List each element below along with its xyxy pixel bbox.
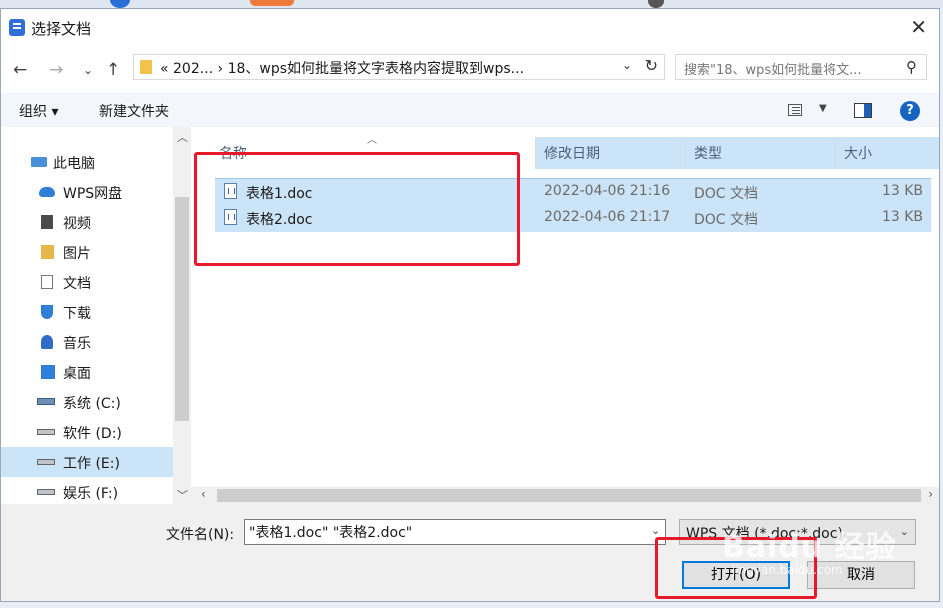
scroll-thumb[interactable] xyxy=(175,197,189,421)
document-app-icon xyxy=(9,19,25,36)
nav-item-music[interactable]: 音乐 xyxy=(1,327,173,357)
nav-item-drive-e[interactable]: 工作 (E:) xyxy=(1,447,173,477)
navigation-scrollbar[interactable]: ︿ ﹀ xyxy=(173,127,191,504)
sort-ascending-icon: ︿ xyxy=(367,135,377,146)
drive-icon xyxy=(37,489,55,495)
organize-menu[interactable]: 组织 ▾ xyxy=(19,101,58,121)
title-bar: 选择文档 ✕ xyxy=(1,9,939,47)
file-modified: 2022-04-06 21:16 xyxy=(544,183,671,199)
music-folder-icon xyxy=(41,335,53,349)
file-size: 13 KB xyxy=(881,209,923,225)
system-drive-icon xyxy=(37,398,55,405)
folder-icon xyxy=(140,60,152,74)
computer-icon xyxy=(31,157,47,167)
navigation-pane: 此电脑 WPS网盘 视频 图片 文档 下载 音乐 桌面 系统 (C:) 软件 (… xyxy=(1,127,173,504)
nav-item-label: 工作 (E:) xyxy=(63,456,120,472)
address-row: ← → ⌄ ↑ « 202... › 18、wps如何批量将文字表格内容提取到w… xyxy=(1,47,939,93)
nav-item-label: 视频 xyxy=(63,216,91,232)
drive-icon xyxy=(37,459,55,465)
column-header-modified[interactable]: 修改日期 xyxy=(544,143,600,163)
back-arrow-icon[interactable]: ← xyxy=(13,60,27,80)
help-icon[interactable]: ? xyxy=(900,101,920,121)
nav-item-label: 图片 xyxy=(63,246,91,262)
close-icon[interactable]: ✕ xyxy=(910,15,927,39)
nav-item-label: 音乐 xyxy=(63,336,91,352)
nav-item-documents[interactable]: 文档 xyxy=(1,267,173,297)
nav-item-drive-d[interactable]: 软件 (D:) xyxy=(1,417,173,447)
file-modified: 2022-04-06 21:17 xyxy=(544,209,671,225)
scroll-down-chevron-icon[interactable]: ﹀ xyxy=(177,487,188,503)
scroll-right-chevron-icon[interactable]: › xyxy=(928,487,933,501)
command-bar: 组织 ▾ 新建文件夹 ▼ ? xyxy=(1,93,939,127)
baidu-watermark-url: jingyan.baidu.com xyxy=(732,563,843,577)
file-size: 13 KB xyxy=(881,183,923,199)
forward-arrow-icon[interactable]: → xyxy=(49,60,63,80)
nav-item-label: 下载 xyxy=(63,306,91,322)
recent-locations-chevron-icon[interactable]: ⌄ xyxy=(83,63,93,77)
nav-item-drive-c[interactable]: 系统 (C:) xyxy=(1,387,173,417)
up-arrow-icon[interactable]: ↑ xyxy=(106,60,120,80)
refresh-icon[interactable]: ↻ xyxy=(645,56,658,75)
nav-item-label: 系统 (C:) xyxy=(63,396,121,412)
column-divider[interactable] xyxy=(835,137,836,169)
view-options-chevron-icon[interactable]: ▼ xyxy=(819,103,827,114)
baidu-watermark: Baidu 经验 xyxy=(722,530,897,565)
cloud-icon xyxy=(39,187,55,197)
address-bar[interactable]: « 202... › 18、wps如何批量将文字表格内容提取到wps... ⌄ … xyxy=(133,54,665,80)
column-divider[interactable] xyxy=(685,137,686,169)
nav-item-label: 桌面 xyxy=(63,366,91,382)
nav-item-label: 娱乐 (F:) xyxy=(63,486,119,502)
preview-pane-icon[interactable] xyxy=(854,103,872,118)
downloads-folder-icon xyxy=(41,305,53,319)
files-highlight-box xyxy=(194,152,520,266)
new-folder-button[interactable]: 新建文件夹 xyxy=(99,101,169,121)
search-placeholder: 搜索"18、wps如何批量将文... xyxy=(684,63,862,78)
video-folder-icon xyxy=(41,215,53,229)
nav-item-drive-f[interactable]: 娱乐 (F:) xyxy=(1,477,173,507)
nav-item-wps-cloud[interactable]: WPS网盘 xyxy=(1,177,173,207)
view-options-icon[interactable] xyxy=(788,104,802,116)
background-app-icon xyxy=(110,0,130,8)
search-icon[interactable]: ⚲ xyxy=(906,58,917,76)
pictures-folder-icon xyxy=(41,245,54,259)
documents-folder-icon xyxy=(41,275,53,289)
column-divider[interactable] xyxy=(535,137,536,169)
nav-item-label: WPS网盘 xyxy=(63,186,123,202)
file-type: DOC 文档 xyxy=(694,212,759,228)
column-header-type[interactable]: 类型 xyxy=(694,143,722,163)
desktop-folder-icon xyxy=(41,365,55,379)
file-type: DOC 文档 xyxy=(694,186,759,202)
dialog-title: 选择文档 xyxy=(31,20,92,38)
nav-item-pictures[interactable]: 图片 xyxy=(1,237,173,267)
filename-input[interactable] xyxy=(244,519,666,545)
filename-dropdown-chevron-icon[interactable]: ⌄ xyxy=(651,524,660,537)
drive-icon xyxy=(37,429,55,435)
scroll-left-chevron-icon[interactable]: ‹ xyxy=(201,487,206,501)
address-dropdown-chevron-icon[interactable]: ⌄ xyxy=(622,58,632,72)
background-avatar xyxy=(648,0,664,8)
nav-item-desktop[interactable]: 桌面 xyxy=(1,357,173,387)
column-header-size[interactable]: 大小 xyxy=(844,143,872,163)
file-open-dialog: 选择文档 ✕ ← → ⌄ ↑ « 202... › 18、wps如何批量将文字表… xyxy=(0,8,940,602)
search-box[interactable]: 搜索"18、wps如何批量将文... ⚲ xyxy=(675,54,927,80)
background-badge xyxy=(250,0,294,6)
nav-item-label: 文档 xyxy=(63,276,91,292)
chevron-down-icon[interactable]: ⌄ xyxy=(900,525,909,538)
scroll-thumb[interactable] xyxy=(217,489,921,502)
nav-item-downloads[interactable]: 下载 xyxy=(1,297,173,327)
nav-item-label: 软件 (D:) xyxy=(63,426,122,442)
nav-item-this-pc[interactable]: 此电脑 xyxy=(1,147,173,177)
nav-item-label: 此电脑 xyxy=(53,156,95,172)
scroll-up-chevron-icon[interactable]: ︿ xyxy=(177,129,188,145)
filename-label: 文件名(N): xyxy=(166,527,235,543)
nav-item-videos[interactable]: 视频 xyxy=(1,207,173,237)
background-window-strip xyxy=(0,0,943,8)
horizontal-scrollbar[interactable]: ‹ › xyxy=(191,487,939,504)
breadcrumb[interactable]: « 202... › 18、wps如何批量将文字表格内容提取到wps... xyxy=(160,58,524,78)
